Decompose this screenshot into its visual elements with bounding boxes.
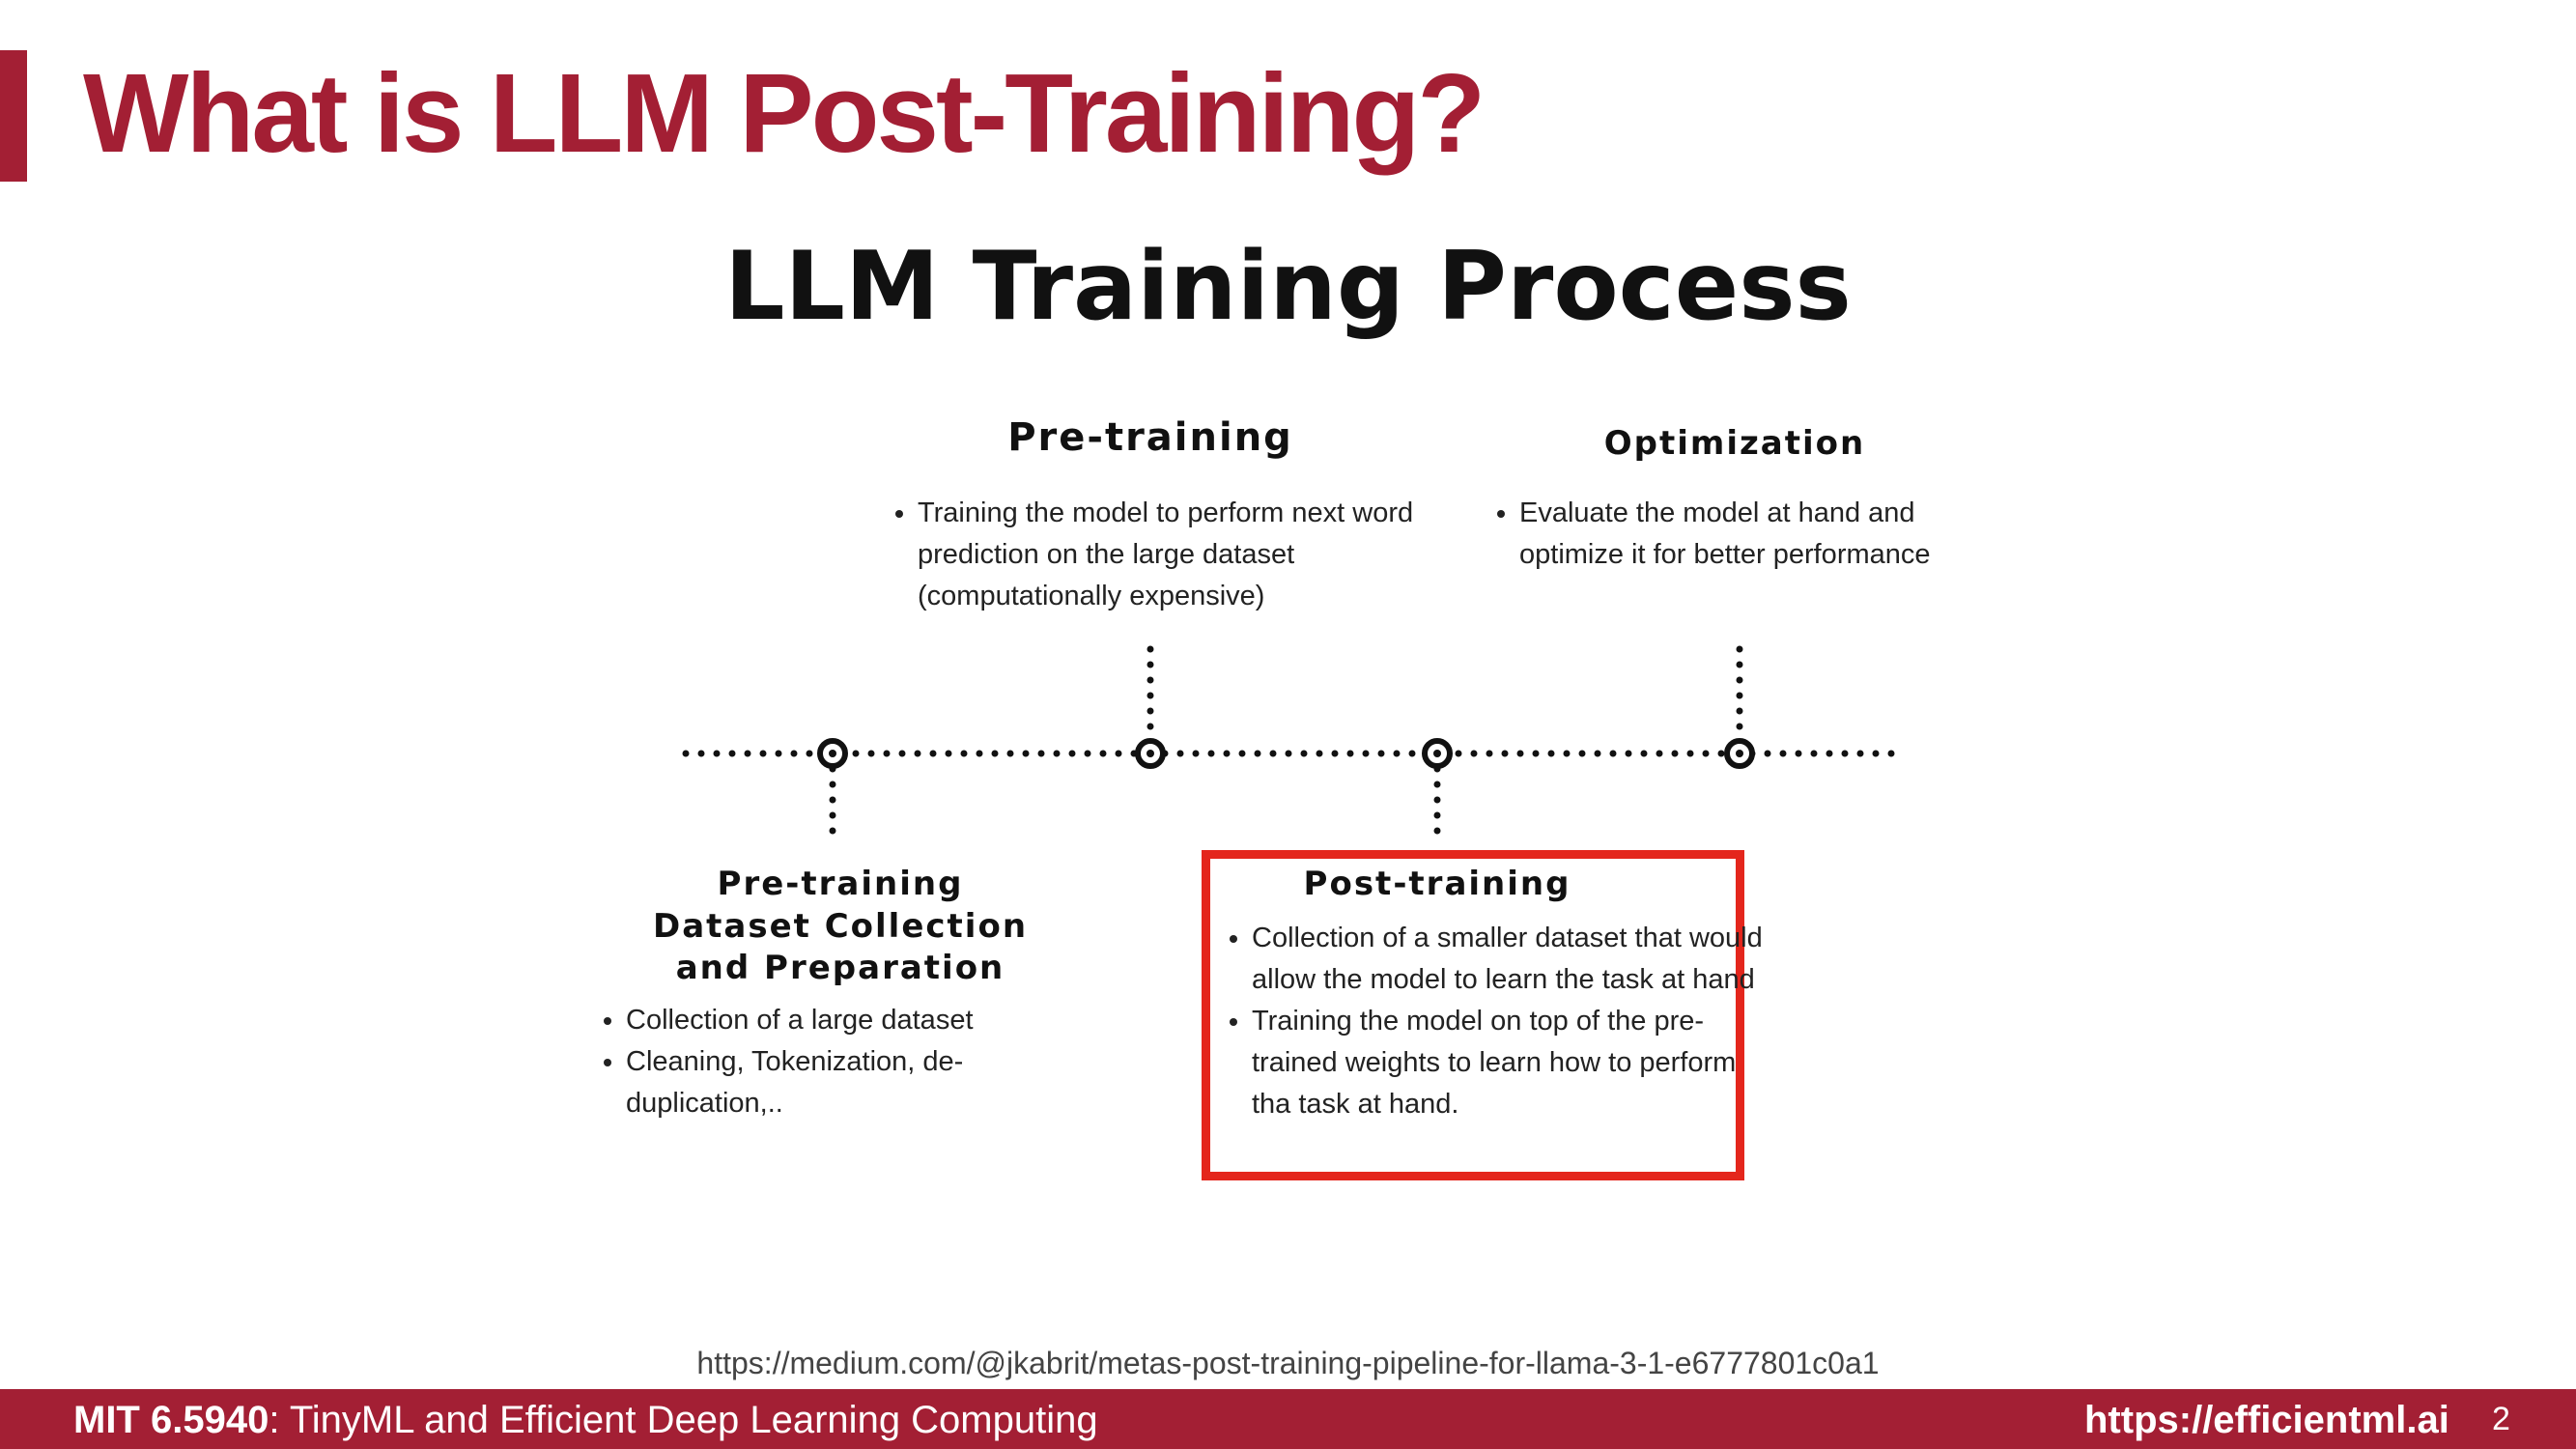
timeline: [682, 645, 1907, 844]
timeline-axis: [682, 645, 1907, 844]
footer-course: MIT 6.5940: TinyML and Efficient Deep Le…: [73, 1399, 1098, 1442]
posttraining-bullets: Collection of a smaller dataset that wou…: [1223, 918, 1769, 1125]
list-item: Training the model on top of the pre-tra…: [1252, 1001, 1769, 1125]
posttraining-heading: Post-training: [1303, 865, 1571, 903]
footer-bar: MIT 6.5940: TinyML and Efficient Deep Le…: [0, 1389, 2576, 1449]
dataset-heading-line: Pre-training: [717, 865, 964, 903]
list-item: Collection of a large dataset: [626, 1000, 1051, 1041]
optimization-bullets: Evaluate the model at hand and optimize …: [1490, 493, 2012, 576]
list-item: Training the model to perform next word …: [918, 493, 1439, 617]
course-name: : TinyML and Efficient Deep Learning Com…: [269, 1399, 1098, 1441]
pretraining-bullets: Training the model to perform next word …: [889, 493, 1439, 617]
list-item: Cleaning, Tokenization, de-duplication,.…: [626, 1041, 1051, 1124]
pretraining-heading: Pre-training: [1007, 415, 1293, 460]
dataset-bullets: Collection of a large dataset Cleaning, …: [597, 1000, 1051, 1124]
page-number: 2: [2492, 1401, 2510, 1437]
footer-url[interactable]: https://efficientml.ai: [2084, 1399, 2449, 1442]
source-link[interactable]: https://medium.com/@jkabrit/metas-post-t…: [0, 1346, 2576, 1381]
course-code: MIT 6.5940: [73, 1399, 269, 1441]
list-item: Collection of a smaller dataset that wou…: [1252, 918, 1769, 1001]
list-item: Evaluate the model at hand and optimize …: [1519, 493, 2012, 576]
dataset-heading-line: Dataset Collection: [652, 906, 1029, 946]
optimization-heading: Optimization: [1603, 424, 1866, 463]
dataset-heading-line: and Preparation: [675, 949, 1005, 988]
dataset-heading: Pre-training Dataset Collection and Prep…: [637, 864, 1043, 990]
